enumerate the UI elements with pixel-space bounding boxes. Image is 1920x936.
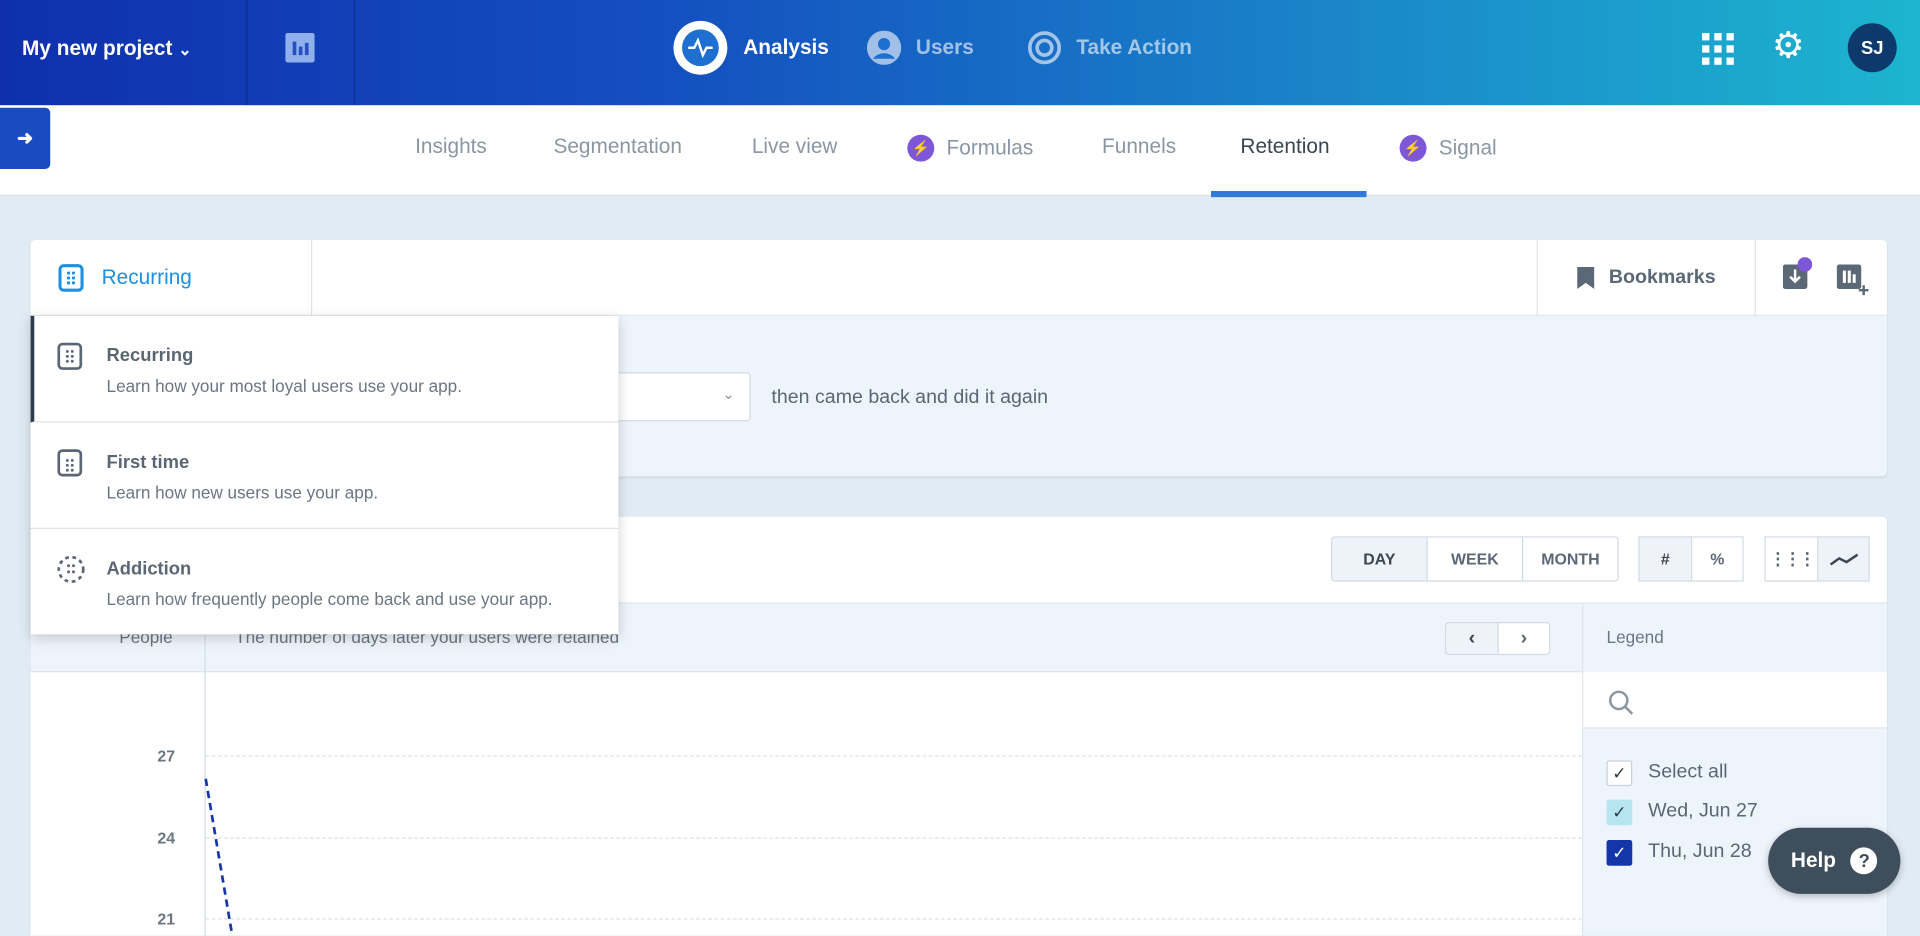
- menu-item-addiction[interactable]: Addiction Learn how frequently people co…: [31, 529, 619, 634]
- menu-item-first-time[interactable]: First time Learn how new users use your …: [30, 422, 619, 529]
- dashboard-icon[interactable]: [285, 33, 315, 63]
- y-tick-label: 27: [157, 746, 176, 766]
- tab-label: Formulas: [946, 135, 1034, 160]
- prev-button[interactable]: ‹: [1444, 622, 1499, 656]
- tab-label: Live view: [751, 134, 838, 158]
- tab-label: Funnels: [1102, 134, 1177, 158]
- legend-label: Thu, Jun 28: [1648, 841, 1752, 863]
- project-name: My new project: [22, 36, 173, 61]
- lightning-icon: ⚡: [907, 134, 935, 162]
- pulse-icon: [673, 20, 728, 75]
- recurring-icon: [58, 264, 84, 292]
- help-label: Help: [1790, 848, 1837, 872]
- legend-label: Wed, Jun 27: [1648, 800, 1758, 822]
- menu-item-title: Recurring: [106, 345, 194, 367]
- select-all-checkbox[interactable]: ✓: [1606, 760, 1633, 787]
- addiction-icon: [57, 555, 85, 583]
- tab-formulas[interactable]: ⚡ Formulas: [907, 134, 1034, 162]
- legend-search-input[interactable]: [1583, 672, 1887, 729]
- nav-users[interactable]: Users: [866, 21, 974, 75]
- apps-grid-icon[interactable]: [1702, 33, 1734, 65]
- first-time-icon: [57, 449, 83, 477]
- retention-type-menu: Recurring Learn how your most loyal user…: [30, 315, 619, 635]
- bookmarks-button[interactable]: Bookmarks: [1536, 240, 1756, 316]
- menu-item-desc: Learn how frequently people come back an…: [106, 588, 553, 609]
- nav-label: Users: [915, 35, 974, 59]
- nav-label: Analysis: [743, 35, 829, 59]
- gridline: [205, 837, 1583, 839]
- grid-icon: ⋮⋮⋮: [1769, 548, 1816, 569]
- series-thu-jun-28: [204, 778, 234, 936]
- add-to-dashboard-icon[interactable]: [1836, 264, 1869, 296]
- tab-retention[interactable]: Retention: [1240, 135, 1329, 159]
- tab-label: Segmentation: [553, 134, 682, 158]
- tab-label: Insights: [415, 134, 487, 158]
- line-chart-icon: [1829, 553, 1858, 565]
- top-header: My new project ⌄ Analysis Users Take Act…: [0, 0, 1920, 106]
- retention-type-label: Recurring: [101, 265, 192, 289]
- gridline: [205, 918, 1583, 920]
- user-icon: [866, 30, 902, 65]
- then-text: then came back and did it again: [771, 386, 1049, 408]
- legend-label: Select all: [1648, 761, 1728, 783]
- target-icon: [1027, 31, 1062, 65]
- line-view-button[interactable]: [1817, 536, 1870, 582]
- menu-item-recurring[interactable]: Recurring Learn how your most loyal user…: [30, 315, 619, 423]
- menu-item-title: First time: [106, 451, 190, 473]
- recurring-icon: [57, 342, 83, 370]
- period-week-button[interactable]: WEEK: [1426, 536, 1524, 582]
- gridline: [205, 755, 1583, 757]
- unit-percent-button[interactable]: %: [1691, 536, 1744, 582]
- event-select[interactable]: ⌄: [606, 372, 751, 422]
- legend-checkbox-wed-jun-27[interactable]: ✓: [1606, 799, 1633, 826]
- avatar[interactable]: SJ: [1847, 23, 1897, 73]
- retention-type-selector[interactable]: Recurring: [31, 240, 313, 316]
- y-tick-label: 24: [157, 828, 176, 848]
- nav-label: Take Action: [1076, 35, 1193, 59]
- y-tick-label: 21: [157, 909, 176, 929]
- divider: [353, 0, 356, 106]
- project-selector[interactable]: My new project ⌄: [22, 37, 192, 61]
- help-button[interactable]: Help ?: [1768, 827, 1901, 894]
- bookmark-icon: [1577, 266, 1595, 289]
- tab-insights[interactable]: Insights: [415, 135, 487, 159]
- table-view-button[interactable]: ⋮⋮⋮: [1764, 536, 1819, 582]
- menu-item-title: Addiction: [106, 558, 192, 580]
- tab-live-view[interactable]: Live view: [752, 135, 838, 159]
- chevron-down-icon: ⌄: [722, 385, 735, 403]
- legend-header: Legend: [1606, 626, 1664, 647]
- menu-item-desc: Learn how your most loyal users use your…: [106, 375, 462, 396]
- lightning-icon: ⚡: [1399, 134, 1427, 162]
- period-day-button[interactable]: DAY: [1331, 536, 1428, 582]
- active-tab-indicator: [1211, 191, 1367, 198]
- tab-label: Signal: [1438, 135, 1497, 160]
- menu-item-desc: Learn how new users use your app.: [106, 482, 379, 503]
- tab-signal[interactable]: ⚡ Signal: [1399, 134, 1497, 162]
- tab-segmentation[interactable]: Segmentation: [553, 135, 681, 159]
- unit-count-button[interactable]: #: [1638, 536, 1693, 582]
- period-month-button[interactable]: MONTH: [1522, 536, 1619, 582]
- arrow-right-icon: ➜: [16, 128, 34, 150]
- expand-sidebar-button[interactable]: ➜: [0, 107, 51, 169]
- legend-checkbox-thu-jun-28[interactable]: ✓: [1606, 840, 1633, 866]
- gear-icon[interactable]: ⚙: [1772, 24, 1805, 67]
- chevron-down-icon: ⌄: [178, 40, 192, 59]
- export-icon[interactable]: [1782, 257, 1813, 291]
- nav-take-action[interactable]: Take Action: [1027, 21, 1192, 75]
- next-button[interactable]: ›: [1497, 622, 1551, 656]
- bookmarks-label: Bookmarks: [1608, 266, 1716, 288]
- nav-analysis[interactable]: Analysis: [672, 20, 829, 75]
- tab-funnels[interactable]: Funnels: [1102, 135, 1176, 159]
- search-icon: [1608, 690, 1634, 715]
- question-icon: ?: [1850, 847, 1878, 875]
- chart-series-line: [204, 778, 234, 936]
- tab-label: Retention: [1240, 134, 1330, 158]
- divider: [246, 0, 248, 106]
